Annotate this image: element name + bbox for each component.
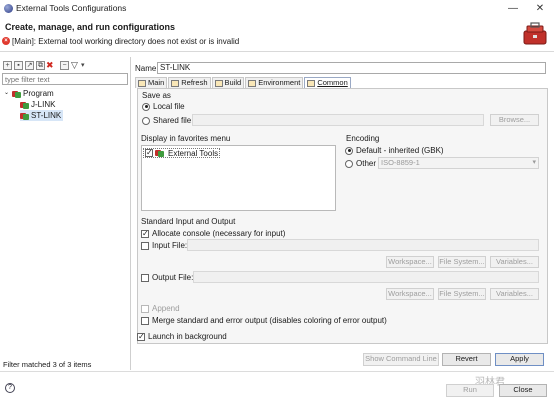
collapse-all-icon[interactable]: − — [60, 61, 69, 70]
refresh-tab-icon — [171, 79, 180, 87]
encoding-group-label: Encoding — [346, 134, 380, 143]
encoding-other-radio[interactable]: Other — [345, 159, 376, 168]
radio-button[interactable] — [345, 159, 353, 168]
radio-button[interactable] — [345, 146, 353, 155]
checkbox[interactable] — [141, 304, 149, 313]
tab-main[interactable]: Main — [135, 77, 168, 88]
shared-file-field[interactable] — [192, 114, 484, 126]
filter-menu-icon[interactable]: ▾ — [81, 61, 85, 69]
checkbox[interactable] — [141, 241, 149, 250]
append-checkbox[interactable]: Append — [141, 304, 180, 313]
filter-icon[interactable]: ▽ — [71, 60, 80, 70]
export-icon[interactable]: ↗ — [25, 61, 34, 70]
error-icon: × — [2, 37, 10, 45]
input-file-field[interactable] — [187, 239, 539, 251]
external-tools-icon — [155, 149, 164, 157]
program-icon — [20, 101, 29, 109]
minimize-button[interactable]: — — [500, 0, 526, 17]
input-workspace-button[interactable]: Workspace... — [386, 256, 434, 268]
output-file-checkbox[interactable]: Output File: — [141, 273, 193, 282]
tree-item-st-link[interactable]: ST-LINK — [20, 110, 64, 121]
error-message: [Main]: External tool working directory … — [12, 37, 240, 46]
merge-output-checkbox[interactable]: Merge standard and error output (disable… — [141, 316, 387, 325]
input-file-system-button[interactable]: File System... — [438, 256, 486, 268]
tree-item-j-link[interactable]: J-LINK — [20, 99, 55, 110]
encoding-select[interactable]: ISO-8859-1 ▾ — [378, 157, 539, 169]
radio-button[interactable] — [142, 102, 150, 111]
tree-item-label: J-LINK — [31, 100, 56, 109]
tree-category-program[interactable]: ⌄ Program — [4, 88, 54, 99]
revert-button[interactable]: Revert — [442, 353, 491, 366]
new-configuration-icon[interactable]: + — [3, 61, 12, 70]
filter-status: Filter matched 3 of 3 items — [3, 360, 92, 369]
name-field[interactable]: ST-LINK — [157, 62, 546, 74]
show-command-line-button[interactable]: Show Command Line — [363, 353, 439, 366]
output-workspace-button[interactable]: Workspace... — [386, 288, 434, 300]
output-file-system-button[interactable]: File System... — [438, 288, 486, 300]
close-button[interactable]: Close — [499, 384, 547, 397]
checkbox[interactable] — [137, 332, 145, 341]
environment-tab-icon — [248, 79, 257, 87]
chevron-down-icon: ▾ — [532, 159, 536, 166]
dialog-title: Create, manage, and run configurations — [5, 22, 176, 32]
checkbox[interactable] — [141, 316, 149, 325]
launch-background-checkbox[interactable]: Launch in background — [137, 332, 227, 341]
browse-button[interactable]: Browse... — [490, 114, 539, 126]
toolbox-icon — [523, 22, 547, 45]
program-icon — [20, 112, 29, 120]
checkbox[interactable] — [141, 273, 149, 282]
main-tab-icon — [138, 79, 146, 87]
tab-bar: Main Refresh Build Environment Common — [135, 77, 352, 88]
name-label: Name: — [135, 64, 159, 73]
tab-refresh[interactable]: Refresh — [168, 77, 211, 88]
tree-category-label: Program — [23, 89, 54, 98]
window-title: External Tools Configurations — [16, 3, 127, 13]
input-variables-button[interactable]: Variables... — [490, 256, 539, 268]
favorites-group-label: Display in favorites menu — [141, 134, 231, 143]
run-button[interactable]: Run — [446, 384, 494, 397]
common-tab-panel — [137, 88, 548, 344]
build-tab-icon — [214, 79, 223, 87]
tab-environment[interactable]: Environment — [245, 77, 304, 88]
shared-file-radio[interactable]: Shared file: — [142, 116, 193, 125]
local-file-radio[interactable]: Local file — [142, 102, 185, 111]
output-variables-button[interactable]: Variables... — [490, 288, 539, 300]
delete-icon[interactable]: ✖ — [46, 61, 55, 70]
encoding-default-radio[interactable]: Default - inherited (GBK) — [345, 146, 444, 155]
apply-button[interactable]: Apply — [495, 353, 544, 366]
checkbox[interactable] — [141, 229, 149, 238]
program-icon — [12, 90, 22, 98]
stdio-group-label: Standard Input and Output — [141, 217, 236, 226]
output-file-field[interactable] — [193, 271, 539, 283]
allocate-console-checkbox[interactable]: Allocate console (necessary for input) — [141, 229, 285, 238]
new-prototype-icon[interactable]: ▪ — [14, 61, 23, 70]
filter-input[interactable] — [2, 73, 128, 85]
tab-build[interactable]: Build — [211, 77, 245, 88]
common-tab-icon — [307, 79, 316, 87]
save-as-group-label: Save as — [142, 91, 171, 100]
duplicate-icon[interactable]: ⧉ — [36, 61, 45, 70]
favorites-item-external-tools[interactable]: External Tools — [143, 148, 221, 158]
tree-item-label: ST-LINK — [31, 111, 62, 120]
tab-common[interactable]: Common — [304, 77, 351, 88]
close-window-button[interactable]: ✕ — [527, 0, 553, 17]
input-file-checkbox[interactable]: Input File: — [141, 241, 187, 250]
favorites-checkbox[interactable] — [145, 148, 153, 157]
eclipse-app-icon — [4, 4, 13, 13]
collapse-arrow-icon[interactable]: ⌄ — [4, 88, 9, 99]
radio-button[interactable] — [142, 116, 150, 125]
help-icon[interactable]: ? — [5, 383, 15, 393]
